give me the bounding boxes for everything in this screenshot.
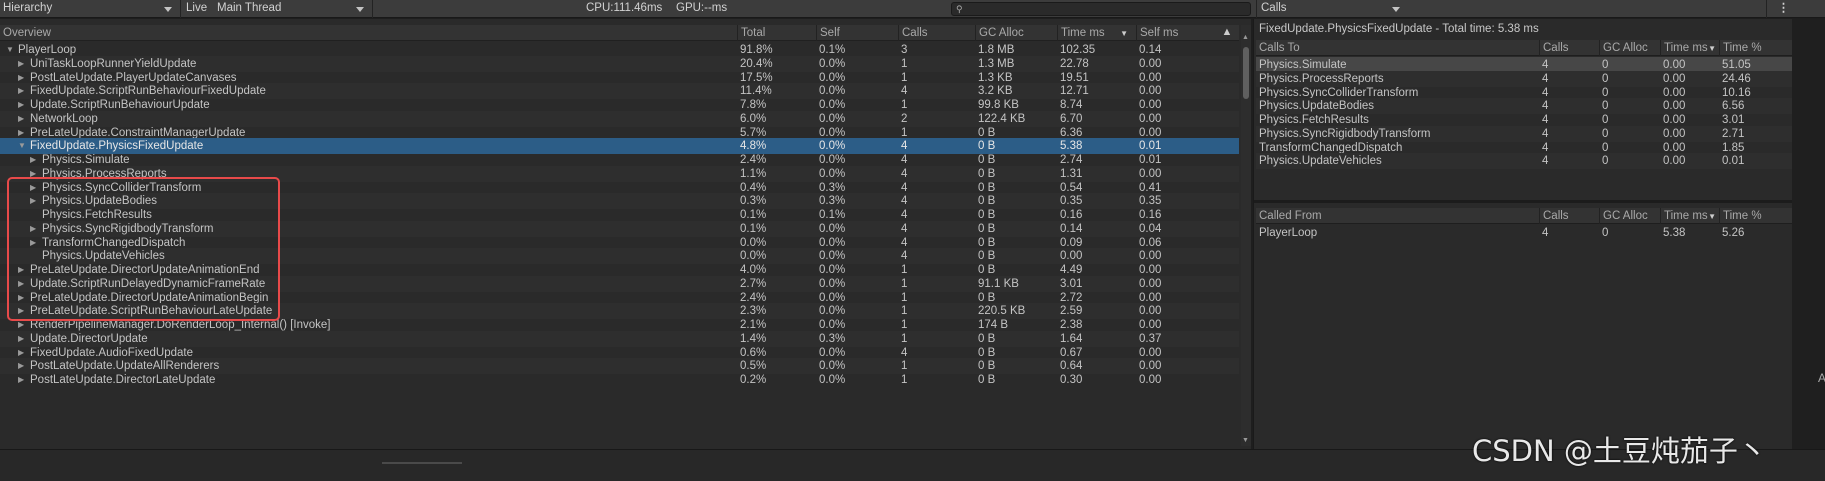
column-time-pct[interactable]: Time % xyxy=(1719,40,1793,56)
live-label: Live xyxy=(186,2,208,14)
kebab-menu-icon[interactable]: ⋮ xyxy=(1773,0,1791,18)
row-gc: 0 xyxy=(1602,155,1609,168)
tab-underline xyxy=(382,462,462,464)
edge-strip: A xyxy=(1792,19,1825,449)
row-time: 0.30 xyxy=(1060,374,1083,386)
collapsed-arrow-icon[interactable]: ▶ xyxy=(18,372,24,388)
row-calls: 4 xyxy=(1542,227,1549,239)
column-called-from[interactable]: Called From xyxy=(1256,208,1539,224)
row-time: 5.38 xyxy=(1663,227,1686,239)
row-name: Physics.UpdateVehicles xyxy=(1259,155,1382,168)
row-gc: 0 xyxy=(1602,227,1609,239)
column-gc-alloc[interactable]: GC Alloc xyxy=(975,25,1057,41)
hierarchy-header: Overview Total Self Calls GC Alloc Time … xyxy=(0,25,1239,41)
table-row[interactable]: ▶ PostLateUpdate.DirectorLateUpdate 0.2% 0.… xyxy=(0,372,1239,388)
column-calls[interactable]: Calls xyxy=(1539,208,1599,224)
column-self-ms[interactable]: Self ms xyxy=(1136,25,1216,41)
calls-to-header: Calls To Calls GC Alloc Time ms ▼ Time % xyxy=(1256,40,1793,56)
cpu-time: CPU:111.46ms xyxy=(586,2,663,14)
sort-desc-icon: ▼ xyxy=(1120,29,1128,38)
search-input[interactable]: ⚲ xyxy=(951,2,1251,16)
column-time-ms-label: Time ms xyxy=(1664,42,1708,54)
column-self[interactable]: Self xyxy=(816,25,898,41)
live-toggle[interactable]: Live xyxy=(183,0,213,18)
collapse-panel-icon[interactable]: ▲ xyxy=(1218,25,1236,41)
row-name: PlayerLoop xyxy=(1259,227,1318,239)
table-row[interactable]: Physics.UpdateVehicles 4 0 0.00 0.01 xyxy=(1256,153,1793,170)
watermark: CSDN @土豆炖茄子丶 xyxy=(1472,434,1767,468)
row-self: 0.0% xyxy=(819,374,846,386)
thread-dropdown[interactable]: Main Thread xyxy=(214,0,370,18)
sort-desc-icon: ▼ xyxy=(1708,212,1716,221)
column-calls[interactable]: Calls xyxy=(898,25,975,41)
column-time-ms[interactable]: Time ms ▼ xyxy=(1057,25,1136,41)
column-time-ms-label: Time ms xyxy=(1061,27,1105,39)
scrollbar-thumb[interactable] xyxy=(1243,47,1249,99)
column-time-ms-label: Time ms xyxy=(1664,210,1708,222)
row-selfms: 0.00 xyxy=(1139,374,1162,386)
column-calls-to[interactable]: Calls To xyxy=(1256,40,1539,56)
hierarchy-scrollbar[interactable]: ▲ ▼ xyxy=(1241,25,1251,446)
column-time-ms[interactable]: Time ms ▼ xyxy=(1660,208,1719,224)
details-panel: FixedUpdate.PhysicsFixedUpdate - Total t… xyxy=(1253,19,1793,449)
row-calls: 4 xyxy=(1542,155,1549,168)
column-gc-alloc[interactable]: GC Alloc xyxy=(1599,208,1660,224)
profiler-toolbar: Hierarchy Live Main Thread CPU:111.46ms … xyxy=(0,0,1825,18)
edge-glyph: A xyxy=(1818,371,1825,385)
table-row[interactable]: PlayerLoop 4 0 5.38 5.26 xyxy=(1256,225,1793,241)
search-icon: ⚲ xyxy=(956,4,963,14)
row-pct: 0.01 xyxy=(1722,155,1745,168)
called-from-header: Called From Calls GC Alloc Time ms ▼ Time… xyxy=(1256,208,1793,224)
split-divider[interactable] xyxy=(1254,200,1793,203)
hierarchy-panel: Overview Total Self Calls GC Alloc Time … xyxy=(0,19,1251,449)
column-gc-alloc[interactable]: GC Alloc xyxy=(1599,40,1660,56)
details-mode-dropdown[interactable]: Calls xyxy=(1258,0,1406,18)
scroll-up-icon[interactable]: ▲ xyxy=(1242,34,1249,41)
view-mode-label: Hierarchy xyxy=(3,2,53,14)
column-time-ms[interactable]: Time ms ▼ xyxy=(1660,40,1719,56)
row-gc: 0 B xyxy=(978,374,996,386)
details-title: FixedUpdate.PhysicsFixedUpdate - Total t… xyxy=(1259,23,1539,35)
row-time: 0.00 xyxy=(1663,155,1686,168)
column-calls[interactable]: Calls xyxy=(1539,40,1599,56)
row-pct: 5.26 xyxy=(1722,227,1745,239)
details-mode-label: Calls xyxy=(1261,2,1287,14)
gpu-time: GPU:--ms xyxy=(676,2,728,14)
scroll-down-icon[interactable]: ▼ xyxy=(1242,437,1249,444)
column-overview[interactable]: Overview xyxy=(0,25,737,41)
sort-desc-icon: ▼ xyxy=(1708,44,1716,53)
column-time-pct[interactable]: Time % xyxy=(1719,208,1793,224)
column-total[interactable]: Total xyxy=(737,25,816,41)
row-total: 0.2% xyxy=(740,374,767,386)
row-name: PostLateUpdate.DirectorLateUpdate xyxy=(30,374,216,386)
view-mode-dropdown[interactable]: Hierarchy xyxy=(0,0,178,18)
thread-label: Main Thread xyxy=(217,2,282,14)
row-calls: 1 xyxy=(901,374,908,386)
